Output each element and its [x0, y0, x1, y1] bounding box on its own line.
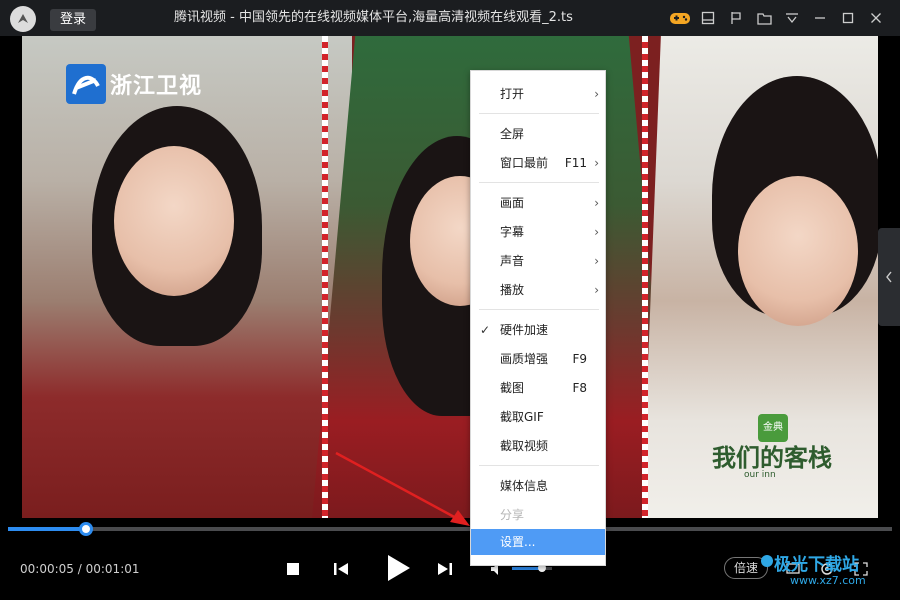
menu-item-label: 硬件加速: [500, 323, 549, 337]
stop-icon: [287, 563, 299, 575]
menu-item: 分享: [471, 502, 605, 528]
chevron-right-icon: ›: [594, 87, 599, 101]
menu-item[interactable]: 全屏: [471, 121, 605, 147]
show-logo-title: 我们的客栈: [712, 443, 832, 472]
skip-previous-icon: [334, 563, 348, 575]
show-logo: 金典 我们的客栈 our inn: [712, 414, 842, 484]
menu-item-shortcut: F11: [564, 156, 587, 170]
playlist-toggle[interactable]: [878, 228, 900, 326]
progress-fill: [8, 527, 86, 531]
chevron-right-icon: ›: [594, 196, 599, 210]
menu-item-label: 分享: [500, 508, 525, 522]
skip-next-icon: [438, 563, 452, 575]
gamepad-icon[interactable]: [666, 0, 694, 36]
chevron-right-icon: ›: [594, 156, 599, 170]
menu-item[interactable]: 设置...: [471, 529, 605, 555]
video-frame[interactable]: 浙江卫视 金典 我们的客栈 our inn: [22, 36, 878, 518]
menu-item[interactable]: 窗口最前 F11 ›: [471, 150, 605, 176]
maximize-icon[interactable]: [834, 0, 862, 36]
menu-item[interactable]: 截图 F8: [471, 375, 605, 401]
chevron-left-icon: [886, 271, 892, 283]
folder-icon[interactable]: [750, 0, 778, 36]
next-button[interactable]: [430, 554, 460, 584]
app-logo-icon[interactable]: [10, 6, 36, 32]
menu-item[interactable]: 截取视频: [471, 433, 605, 459]
menu-item-label: 声音: [500, 254, 525, 268]
chevron-right-icon: ›: [594, 254, 599, 268]
context-menu: 打开 › 全屏窗口最前 F11 › 画面 › 字幕 › 声音 › 播放 › ✓ 硬件加速画质增强 F9 截图 F8…: [470, 70, 606, 566]
video-panel-left: [22, 36, 352, 518]
channel-logo: 浙江卫视: [66, 64, 202, 104]
channel-name: 浙江卫视: [110, 74, 203, 99]
menu-item-shortcut: F8: [572, 381, 587, 395]
menu-item[interactable]: 打开 ›: [471, 81, 605, 107]
menu-item-shortcut: F9: [572, 352, 587, 366]
watermark-text: 极光下载站: [774, 555, 859, 575]
menu-item[interactable]: 声音 ›: [471, 248, 605, 274]
menu-separator: [479, 309, 599, 310]
site-watermark: 极光下载站 www.xz7.com: [760, 546, 900, 594]
chevron-right-icon: ›: [594, 283, 599, 297]
chevron-right-icon: ›: [594, 225, 599, 239]
checkmark-icon: ✓: [480, 323, 491, 337]
close-icon[interactable]: [862, 0, 890, 36]
volume-slider[interactable]: [512, 564, 552, 572]
menu-item[interactable]: 播放 ›: [471, 277, 605, 303]
control-bar: 00:00:05 / 00:01:01 倍速 极光下载站 www.xz7.com: [0, 540, 900, 600]
frame-divider: [642, 36, 648, 518]
frame-divider: [322, 36, 328, 518]
menu-item[interactable]: 画质增强 F9: [471, 346, 605, 372]
menu-item-label: 截图: [500, 381, 525, 395]
menu-separator: [479, 113, 599, 114]
show-logo-subtitle: our inn: [744, 470, 776, 480]
menu-item-label: 画质增强: [500, 352, 549, 366]
titlebar-controls: [666, 0, 890, 36]
title-bar: 登录 腾讯视频 - 中国领先的在线视频媒体平台,海量高清视频在线观看_2.ts: [0, 0, 900, 36]
menu-item-label: 窗口最前: [500, 156, 549, 170]
menu-item[interactable]: 画面 ›: [471, 190, 605, 216]
channel-mark-icon: [66, 64, 106, 104]
watermark-url: www.xz7.com: [790, 574, 866, 587]
time-separator: /: [77, 562, 82, 576]
menu-item-label: 截取视频: [500, 439, 549, 453]
menu-item-label: 全屏: [500, 127, 525, 141]
play-button[interactable]: [380, 550, 416, 586]
figure-face: [738, 176, 858, 326]
play-icon: [388, 555, 410, 581]
menu-item-label: 设置...: [500, 535, 536, 549]
menu-item[interactable]: ✓ 硬件加速: [471, 317, 605, 343]
menu-icon[interactable]: [778, 0, 806, 36]
minimize-icon[interactable]: [806, 0, 834, 36]
menu-separator: [479, 465, 599, 466]
menu-item[interactable]: 媒体信息: [471, 473, 605, 499]
menu-item[interactable]: 截取GIF: [471, 404, 605, 430]
progress-handle[interactable]: [78, 522, 93, 536]
menu-separator: [479, 182, 599, 183]
watermark-logo-icon: [761, 555, 773, 567]
figure-face: [114, 146, 234, 296]
total-time: 00:01:01: [85, 562, 140, 576]
menu-item[interactable]: 字幕 ›: [471, 219, 605, 245]
pin-icon[interactable]: [722, 0, 750, 36]
menu-item-label: 画面: [500, 196, 525, 210]
menu-item-label: 截取GIF: [500, 410, 544, 424]
window-title: 腾讯视频 - 中国领先的在线视频媒体平台,海量高清视频在线观看_2.ts: [174, 10, 573, 25]
menu-item-label: 字幕: [500, 225, 525, 239]
progress-bar[interactable]: [8, 522, 892, 536]
login-button[interactable]: 登录: [50, 9, 96, 31]
current-time: 00:00:05: [20, 562, 74, 576]
time-display: 00:00:05 / 00:01:01: [20, 562, 140, 576]
previous-button[interactable]: [326, 554, 356, 584]
menu-item-label: 媒体信息: [500, 479, 549, 493]
menu-item-label: 打开: [500, 87, 525, 101]
menu-item-label: 播放: [500, 283, 525, 297]
window-icon[interactable]: [694, 0, 722, 36]
stop-button[interactable]: [278, 554, 308, 584]
